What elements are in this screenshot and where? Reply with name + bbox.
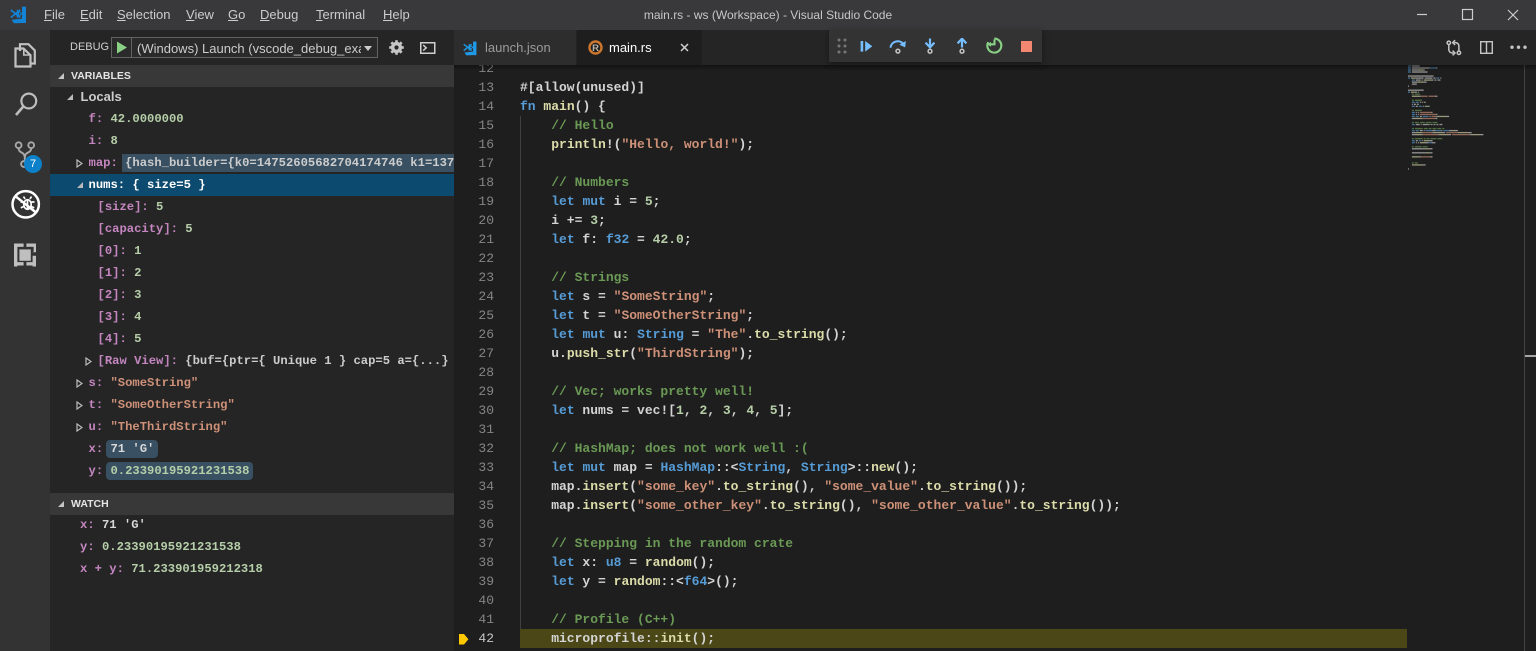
- svg-text:R: R: [592, 43, 599, 54]
